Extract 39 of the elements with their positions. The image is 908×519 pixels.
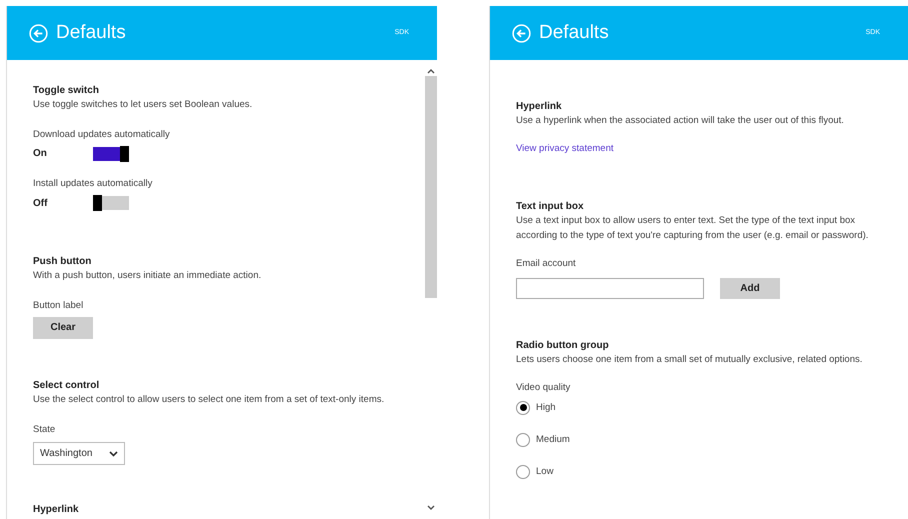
field-label: Button label xyxy=(33,298,84,312)
radio-label: Low xyxy=(536,465,554,480)
toggle-state: Off xyxy=(33,196,48,210)
section-title: Push button xyxy=(33,254,92,268)
toggle-state: On xyxy=(33,147,48,162)
section-description: Use toggle switches to let users set Boolean values. xyxy=(33,98,254,112)
toggle-switch[interactable] xyxy=(93,146,129,161)
section-description: Use the select control to allow users to select one item from a set of text-only items. xyxy=(33,392,386,407)
radio-label: Medium xyxy=(536,433,570,447)
email-input-field[interactable] xyxy=(516,278,704,298)
state-dropdown[interactable]: Washington xyxy=(33,442,125,465)
section-title: Hyperlink xyxy=(516,100,563,113)
section-title: Radio button group xyxy=(516,338,610,352)
radio-button[interactable] xyxy=(516,433,530,448)
chevron-down-icon xyxy=(109,450,118,456)
section-description: Use a text input box to allow users to enter text. Set the type of the text input box according to the type of text you're capturing from the user (e.g. email or password). xyxy=(516,214,870,244)
field-label: Email account xyxy=(516,257,577,272)
clear-button[interactable]: Clear xyxy=(33,316,93,339)
section-title: Text input box xyxy=(516,200,585,214)
toggle-label: Install updates automatically xyxy=(33,177,154,192)
field-label: Video quality xyxy=(516,380,572,394)
section-title: Select control xyxy=(33,378,100,392)
chevron-down-icon[interactable] xyxy=(427,505,435,511)
chevron-up-icon[interactable] xyxy=(427,68,435,74)
section-description: Lets users choose one item from a small set of mutually exclusive, related options. xyxy=(516,352,864,366)
toggle-switch[interactable] xyxy=(93,196,129,210)
add-button[interactable]: Add xyxy=(720,278,780,298)
header-title: Defaults xyxy=(539,20,609,45)
field-label: State xyxy=(33,422,56,437)
radio-button[interactable] xyxy=(516,465,530,480)
privacy-link[interactable]: View privacy statement xyxy=(516,142,900,156)
header-title: Defaults xyxy=(56,20,126,45)
section-title: Toggle switch xyxy=(33,84,100,97)
radio-label: High xyxy=(536,400,556,415)
radio-button[interactable] xyxy=(516,400,530,415)
section-title: Hyperlink xyxy=(33,503,80,516)
section-description: Use a hyperlink when the associated action will take the user out of this flyout. xyxy=(516,114,845,128)
toggle-label: Download updates automatically xyxy=(33,128,171,142)
section-description: With a push button, users initiate an immediate action. xyxy=(33,268,262,282)
